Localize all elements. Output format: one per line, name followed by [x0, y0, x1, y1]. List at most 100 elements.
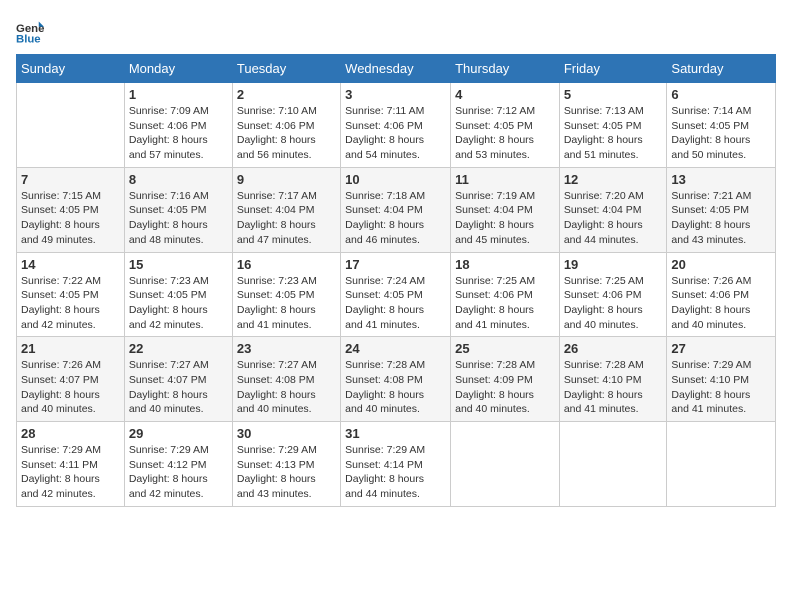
calendar-cell: 24 Sunrise: 7:28 AM Sunset: 4:08 PM Dayli…	[341, 337, 451, 422]
day-number: 5	[564, 87, 663, 102]
calendar-cell	[667, 422, 776, 507]
day-number: 26	[564, 341, 663, 356]
calendar-cell: 18 Sunrise: 7:25 AM Sunset: 4:06 PM Dayli…	[451, 252, 560, 337]
calendar-cell: 28 Sunrise: 7:29 AM Sunset: 4:11 PM Dayli…	[17, 422, 125, 507]
calendar-cell: 13Sunrise: 7:21 AM Sunset: 4:05 PM Dayli…	[667, 167, 776, 252]
day-number: 23	[237, 341, 336, 356]
calendar-cell: 23 Sunrise: 7:27 AM Sunset: 4:08 PM Dayli…	[232, 337, 340, 422]
week-row-4: 21 Sunrise: 7:26 AM Sunset: 4:07 PM Dayli…	[17, 337, 776, 422]
day-info: Sunrise: 7:18 AM Sunset: 4:04 PM Dayligh…	[345, 189, 446, 248]
day-info: Sunrise: 7:16 AM Sunset: 4:05 PM Dayligh…	[129, 189, 228, 248]
day-info: Sunrise: 7:25 AM Sunset: 4:06 PM Dayligh…	[564, 274, 663, 333]
week-row-5: 28 Sunrise: 7:29 AM Sunset: 4:11 PM Dayli…	[17, 422, 776, 507]
day-number: 9	[237, 172, 336, 187]
day-info: Sunrise: 7:13 AM Sunset: 4:05 PM Dayligh…	[564, 104, 663, 163]
day-info: Sunrise: 7:29 AM Sunset: 4:13 PM Dayligh…	[237, 443, 336, 502]
calendar-cell: 14 Sunrise: 7:22 AM Sunset: 4:05 PM Dayli…	[17, 252, 125, 337]
day-number: 3	[345, 87, 446, 102]
day-info: Sunrise: 7:17 AM Sunset: 4:04 PM Dayligh…	[237, 189, 336, 248]
week-row-3: 14 Sunrise: 7:22 AM Sunset: 4:05 PM Dayli…	[17, 252, 776, 337]
day-info: Sunrise: 7:14 AM Sunset: 4:05 PM Dayligh…	[671, 104, 771, 163]
calendar-cell: 19 Sunrise: 7:25 AM Sunset: 4:06 PM Dayli…	[559, 252, 667, 337]
day-info: Sunrise: 7:25 AM Sunset: 4:06 PM Dayligh…	[455, 274, 555, 333]
day-info: Sunrise: 7:23 AM Sunset: 4:05 PM Dayligh…	[129, 274, 228, 333]
calendar-cell: 26 Sunrise: 7:28 AM Sunset: 4:10 PM Dayli…	[559, 337, 667, 422]
calendar-cell: 21 Sunrise: 7:26 AM Sunset: 4:07 PM Dayli…	[17, 337, 125, 422]
calendar-cell: 11 Sunrise: 7:19 AM Sunset: 4:04 PM Dayli…	[451, 167, 560, 252]
day-info: Sunrise: 7:29 AM Sunset: 4:11 PM Dayligh…	[21, 443, 120, 502]
calendar-cell: 1 Sunrise: 7:09 AM Sunset: 4:06 PM Daylig…	[124, 83, 232, 168]
day-info: Sunrise: 7:28 AM Sunset: 4:09 PM Dayligh…	[455, 358, 555, 417]
day-number: 8	[129, 172, 228, 187]
calendar-cell	[559, 422, 667, 507]
day-info: Sunrise: 7:26 AM Sunset: 4:07 PM Dayligh…	[21, 358, 120, 417]
calendar-cell: 22Sunrise: 7:27 AM Sunset: 4:07 PM Dayli…	[124, 337, 232, 422]
day-number: 18	[455, 257, 555, 272]
day-number: 28	[21, 426, 120, 441]
calendar-cell: 3 Sunrise: 7:11 AM Sunset: 4:06 PM Daylig…	[341, 83, 451, 168]
calendar-cell: 8 Sunrise: 7:16 AM Sunset: 4:05 PM Daylig…	[124, 167, 232, 252]
calendar-cell: 27Sunrise: 7:29 AM Sunset: 4:10 PM Dayli…	[667, 337, 776, 422]
day-info: Sunrise: 7:15 AM Sunset: 4:05 PM Dayligh…	[21, 189, 120, 248]
calendar-cell: 12Sunrise: 7:20 AM Sunset: 4:04 PM Dayli…	[559, 167, 667, 252]
day-number: 2	[237, 87, 336, 102]
day-number: 1	[129, 87, 228, 102]
calendar-cell: 5 Sunrise: 7:13 AM Sunset: 4:05 PM Daylig…	[559, 83, 667, 168]
calendar-cell: 31Sunrise: 7:29 AM Sunset: 4:14 PM Dayli…	[341, 422, 451, 507]
logo-icon: General Blue	[16, 18, 44, 46]
day-info: Sunrise: 7:11 AM Sunset: 4:06 PM Dayligh…	[345, 104, 446, 163]
calendar-cell: 25 Sunrise: 7:28 AM Sunset: 4:09 PM Dayli…	[451, 337, 560, 422]
calendar-cell: 2 Sunrise: 7:10 AM Sunset: 4:06 PM Daylig…	[232, 83, 340, 168]
day-number: 15	[129, 257, 228, 272]
day-header-monday: Monday	[124, 55, 232, 83]
day-number: 25	[455, 341, 555, 356]
day-number: 24	[345, 341, 446, 356]
day-number: 31	[345, 426, 446, 441]
day-info: Sunrise: 7:27 AM Sunset: 4:08 PM Dayligh…	[237, 358, 336, 417]
day-info: Sunrise: 7:22 AM Sunset: 4:05 PM Dayligh…	[21, 274, 120, 333]
day-number: 17	[345, 257, 446, 272]
day-header-sunday: Sunday	[17, 55, 125, 83]
calendar-cell	[451, 422, 560, 507]
day-header-saturday: Saturday	[667, 55, 776, 83]
day-info: Sunrise: 7:10 AM Sunset: 4:06 PM Dayligh…	[237, 104, 336, 163]
calendar-header-row: SundayMondayTuesdayWednesdayThursdayFrid…	[17, 55, 776, 83]
day-info: Sunrise: 7:24 AM Sunset: 4:05 PM Dayligh…	[345, 274, 446, 333]
calendar-cell: 6 Sunrise: 7:14 AM Sunset: 4:05 PM Daylig…	[667, 83, 776, 168]
day-number: 7	[21, 172, 120, 187]
day-header-tuesday: Tuesday	[232, 55, 340, 83]
calendar-cell: 17 Sunrise: 7:24 AM Sunset: 4:05 PM Dayli…	[341, 252, 451, 337]
day-info: Sunrise: 7:23 AM Sunset: 4:05 PM Dayligh…	[237, 274, 336, 333]
svg-text:Blue: Blue	[16, 34, 41, 46]
calendar-cell: 20 Sunrise: 7:26 AM Sunset: 4:06 PM Dayli…	[667, 252, 776, 337]
day-number: 19	[564, 257, 663, 272]
calendar-cell: 9 Sunrise: 7:17 AM Sunset: 4:04 PM Daylig…	[232, 167, 340, 252]
calendar-cell: 30Sunrise: 7:29 AM Sunset: 4:13 PM Dayli…	[232, 422, 340, 507]
day-info: Sunrise: 7:12 AM Sunset: 4:05 PM Dayligh…	[455, 104, 555, 163]
logo: General Blue	[16, 16, 46, 46]
day-header-thursday: Thursday	[451, 55, 560, 83]
day-number: 6	[671, 87, 771, 102]
calendar-cell: 15 Sunrise: 7:23 AM Sunset: 4:05 PM Dayli…	[124, 252, 232, 337]
day-number: 12	[564, 172, 663, 187]
day-number: 11	[455, 172, 555, 187]
calendar-cell: 7 Sunrise: 7:15 AM Sunset: 4:05 PM Daylig…	[17, 167, 125, 252]
day-info: Sunrise: 7:28 AM Sunset: 4:08 PM Dayligh…	[345, 358, 446, 417]
day-number: 16	[237, 257, 336, 272]
day-number: 21	[21, 341, 120, 356]
day-info: Sunrise: 7:29 AM Sunset: 4:10 PM Dayligh…	[671, 358, 771, 417]
day-number: 4	[455, 87, 555, 102]
day-number: 20	[671, 257, 771, 272]
day-number: 22	[129, 341, 228, 356]
day-header-friday: Friday	[559, 55, 667, 83]
day-number: 10	[345, 172, 446, 187]
day-number: 29	[129, 426, 228, 441]
day-info: Sunrise: 7:26 AM Sunset: 4:06 PM Dayligh…	[671, 274, 771, 333]
day-number: 14	[21, 257, 120, 272]
calendar-table: SundayMondayTuesdayWednesdayThursdayFrid…	[16, 54, 776, 507]
day-info: Sunrise: 7:19 AM Sunset: 4:04 PM Dayligh…	[455, 189, 555, 248]
day-info: Sunrise: 7:09 AM Sunset: 4:06 PM Dayligh…	[129, 104, 228, 163]
week-row-2: 7 Sunrise: 7:15 AM Sunset: 4:05 PM Daylig…	[17, 167, 776, 252]
calendar-cell: 29Sunrise: 7:29 AM Sunset: 4:12 PM Dayli…	[124, 422, 232, 507]
day-info: Sunrise: 7:28 AM Sunset: 4:10 PM Dayligh…	[564, 358, 663, 417]
